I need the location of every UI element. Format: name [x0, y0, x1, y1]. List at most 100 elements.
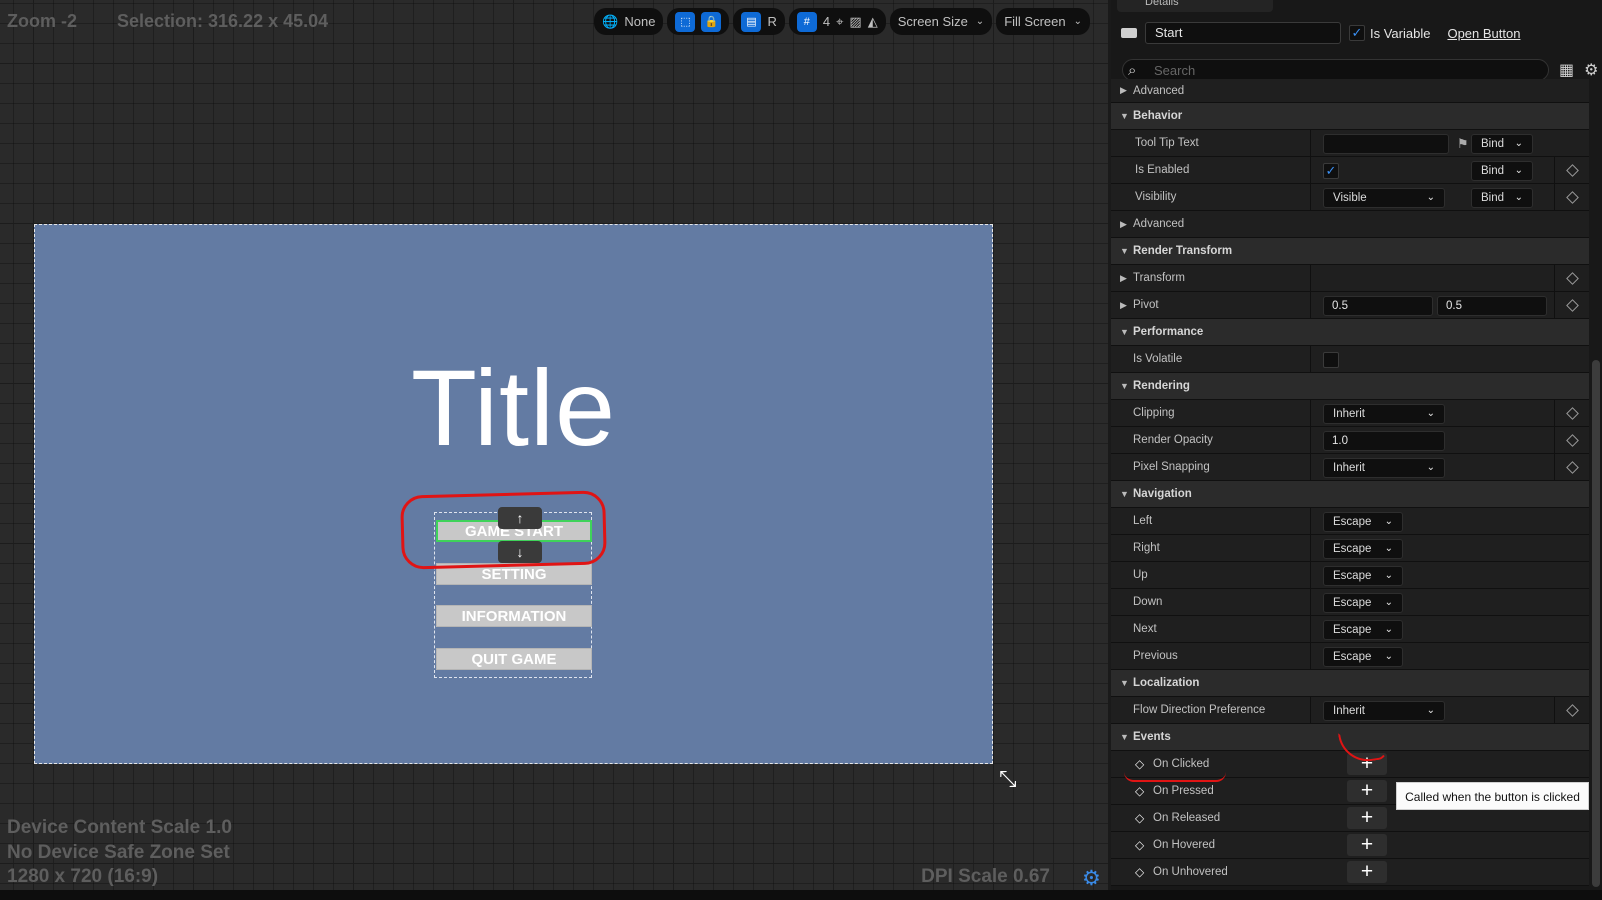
- on-unhovered-label: On Unhovered: [1153, 866, 1228, 878]
- is-enabled-checkbox[interactable]: ✓: [1323, 162, 1339, 179]
- pixel-snapping-row: Pixel Snapping Inherit ⌄: [1111, 454, 1589, 481]
- r-toggle[interactable]: R: [767, 14, 776, 29]
- expand-right-icon[interactable]: ▶: [1120, 219, 1127, 230]
- gear-icon[interactable]: ⚙: [1584, 60, 1598, 80]
- expand-down-icon[interactable]: ▼: [1120, 732, 1129, 742]
- pixel-snapping-label: Pixel Snapping: [1133, 461, 1210, 473]
- nav-previous-dropdown[interactable]: Escape ⌄: [1323, 646, 1403, 667]
- nav-previous-value: Escape ⌄: [1310, 643, 1554, 670]
- pixel-snapping-dropdown[interactable]: Inherit ⌄: [1323, 457, 1445, 478]
- is-volatile-checkbox[interactable]: [1323, 351, 1339, 368]
- image-icon[interactable]: ▨: [849, 14, 861, 30]
- render-opacity-field[interactable]: 1.0: [1323, 430, 1445, 451]
- pivot-reset[interactable]: [1554, 292, 1589, 319]
- keyframe-diamond-icon: [1565, 299, 1579, 312]
- fill-screen-dropdown[interactable]: Fill Screen ⌄: [996, 8, 1090, 35]
- details-search-input[interactable]: ⌕ Search: [1122, 59, 1549, 81]
- bind-label: Bind: [1481, 191, 1505, 204]
- visibility-bind-button[interactable]: Bind ⌄: [1471, 187, 1533, 208]
- category-rendering[interactable]: ▼ Rendering: [1111, 373, 1589, 400]
- clipping-value: Inherit ⌄: [1310, 400, 1554, 427]
- visibility-reset[interactable]: [1554, 184, 1589, 211]
- designer-canvas[interactable]: Zoom -2 Selection: 316.22 x 45.04 🌐 None…: [0, 0, 1108, 890]
- localization-preview-dropdown[interactable]: 🌐 None: [594, 8, 664, 35]
- category-behavior[interactable]: ▼ Behavior: [1111, 103, 1589, 130]
- grid-size-value[interactable]: 4: [823, 14, 830, 29]
- mirror-icon[interactable]: ◭: [868, 14, 878, 30]
- pivot-row[interactable]: ▶ Pivot 0.5 0.5: [1111, 292, 1589, 319]
- title-textblock[interactable]: Title: [35, 345, 992, 470]
- is-variable-checkbox[interactable]: ✓: [1349, 25, 1365, 41]
- grid-icon[interactable]: #: [796, 11, 817, 32]
- advanced-behavior-row[interactable]: ▶ Advanced: [1111, 211, 1589, 238]
- event-on-hovered-row: ◇ On Hovered +: [1111, 832, 1589, 859]
- flow-direction-dropdown[interactable]: Inherit ⌄: [1323, 700, 1445, 721]
- tooltip-text-row: Tool Tip Text ⚑ Bind ⌄: [1111, 130, 1589, 157]
- is-enabled-reset[interactable]: [1554, 157, 1589, 184]
- dashed-outline-icon[interactable]: ⬚: [675, 11, 696, 32]
- category-navigation-label: Navigation: [1133, 488, 1192, 500]
- advanced-top-row[interactable]: ▶ Advanced: [1111, 79, 1589, 103]
- category-navigation[interactable]: ▼ Navigation: [1111, 481, 1589, 508]
- dpi-scale-label: DPI Scale 0.67: [921, 866, 1050, 887]
- clipping-dropdown[interactable]: Inherit ⌄: [1323, 403, 1445, 424]
- nav-left-selected: Escape: [1333, 515, 1372, 528]
- is-enabled-bind-button[interactable]: Bind ⌄: [1471, 160, 1533, 181]
- nav-left-row: Left Escape ⌄: [1111, 508, 1589, 535]
- open-button-link[interactable]: Open Button: [1447, 26, 1520, 41]
- outline-lock-group: ⬚ 🔒: [667, 8, 730, 35]
- table-view-icon[interactable]: ▦: [1559, 60, 1574, 80]
- category-render-transform[interactable]: ▼ Render Transform: [1111, 238, 1589, 265]
- quit-game-button[interactable]: QUIT GAME: [436, 648, 592, 670]
- expand-down-icon[interactable]: ▼: [1120, 381, 1129, 391]
- widget-preview-frame[interactable]: Title GAME START SETTING INFORMATION QUI…: [34, 224, 993, 764]
- nav-next-dropdown[interactable]: Escape ⌄: [1323, 619, 1403, 640]
- expand-right-icon[interactable]: ▶: [1120, 273, 1127, 284]
- nav-left-dropdown[interactable]: Escape ⌄: [1323, 511, 1403, 532]
- widget-name-field[interactable]: Start: [1145, 22, 1341, 44]
- transform-row[interactable]: ▶ Transform: [1111, 265, 1589, 292]
- expand-down-icon[interactable]: ▼: [1120, 678, 1129, 688]
- nav-down-selected: Escape: [1333, 596, 1372, 609]
- transform-reset[interactable]: [1554, 265, 1589, 292]
- expand-right-icon[interactable]: ▶: [1120, 300, 1127, 311]
- category-performance[interactable]: ▼ Performance: [1111, 319, 1589, 346]
- pivot-x-field[interactable]: 0.5: [1323, 295, 1433, 316]
- pixel-snapping-selected: Inherit: [1333, 461, 1365, 474]
- details-tab[interactable]: Details ×: [1117, 0, 1273, 12]
- pivot-y-field[interactable]: 0.5: [1437, 295, 1547, 316]
- lock-icon[interactable]: 🔒: [701, 11, 722, 32]
- add-on-released-button[interactable]: +: [1347, 807, 1387, 829]
- nav-up-dropdown[interactable]: Escape ⌄: [1323, 565, 1403, 586]
- dpi-settings-gear-icon[interactable]: ⚙: [1082, 866, 1101, 890]
- pixel-snapping-reset[interactable]: [1554, 454, 1589, 481]
- layout-icon[interactable]: ▤: [741, 11, 762, 32]
- tooltip-bind-button[interactable]: Bind ⌄: [1471, 133, 1533, 154]
- flow-direction-label: Flow Direction Preference: [1133, 704, 1266, 716]
- add-on-pressed-button[interactable]: +: [1347, 780, 1387, 802]
- category-events-label: Events: [1133, 731, 1171, 743]
- details-scrollbar[interactable]: [1592, 360, 1600, 887]
- resize-arrow-icon[interactable]: ⤡: [999, 766, 1017, 792]
- expand-right-icon[interactable]: ▶: [1120, 85, 1127, 96]
- expand-down-icon[interactable]: ▼: [1120, 327, 1129, 337]
- clipping-reset[interactable]: [1554, 400, 1589, 427]
- screen-size-dropdown[interactable]: Screen Size ⌄: [889, 8, 993, 35]
- add-on-unhovered-button[interactable]: +: [1347, 861, 1387, 883]
- nav-next-label: Next: [1133, 623, 1157, 635]
- flow-direction-reset[interactable]: [1554, 697, 1589, 724]
- flag-icon[interactable]: ⚑: [1457, 136, 1469, 152]
- nav-right-dropdown[interactable]: Escape ⌄: [1323, 538, 1403, 559]
- visibility-dropdown[interactable]: Visible ⌄: [1323, 187, 1445, 208]
- add-on-hovered-button[interactable]: +: [1347, 834, 1387, 856]
- nav-down-dropdown[interactable]: Escape ⌄: [1323, 592, 1403, 613]
- expand-down-icon[interactable]: ▼: [1120, 489, 1129, 499]
- tooltip-text-field[interactable]: [1323, 133, 1449, 154]
- information-button[interactable]: INFORMATION: [436, 605, 592, 627]
- render-opacity-reset[interactable]: [1554, 427, 1589, 454]
- pivot-label: Pivot: [1133, 299, 1159, 311]
- expand-down-icon[interactable]: ▼: [1120, 246, 1129, 256]
- expand-down-icon[interactable]: ▼: [1120, 111, 1129, 121]
- category-localization[interactable]: ▼ Localization: [1111, 670, 1589, 697]
- cursor-icon[interactable]: ⌖: [836, 14, 843, 30]
